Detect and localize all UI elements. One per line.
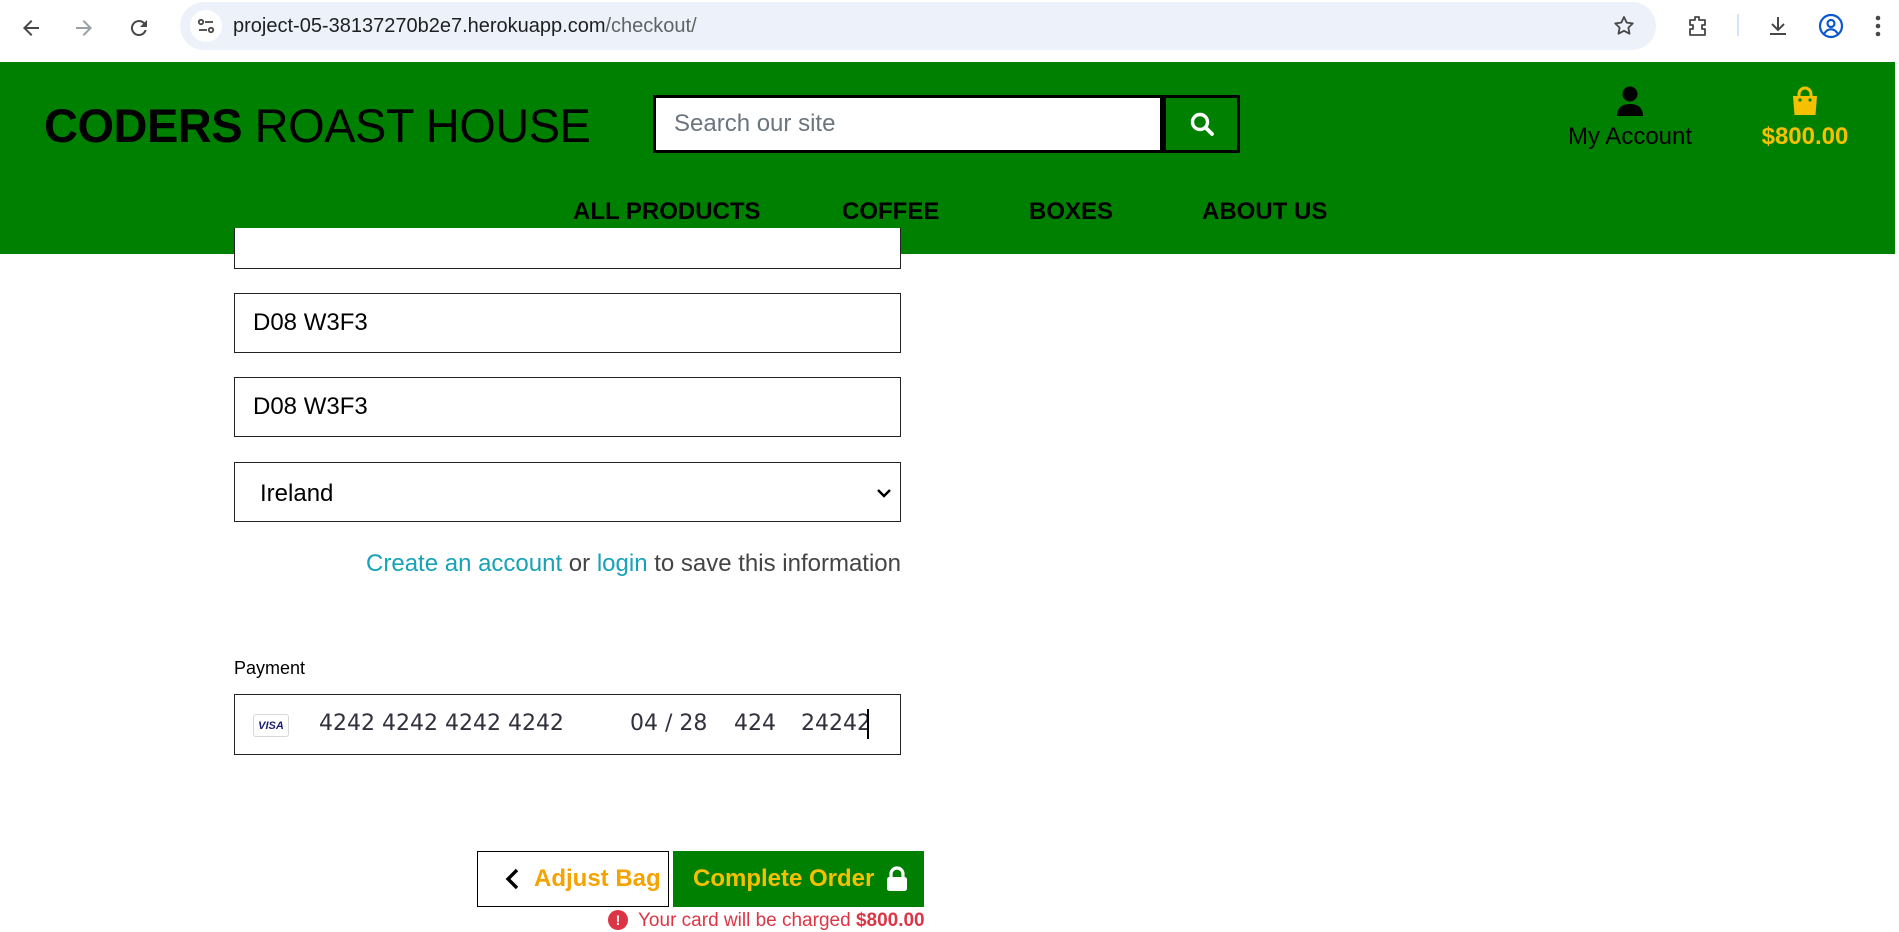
- search-field[interactable]: [653, 95, 1163, 153]
- brand-rest: ROAST HOUSE: [242, 99, 591, 152]
- create-account-link[interactable]: Create an account: [366, 550, 562, 577]
- download-button[interactable]: [1764, 12, 1792, 40]
- charge-amount: $800.00: [855, 910, 925, 931]
- site-info-icon: [197, 18, 215, 34]
- card-number-input[interactable]: 4242 4242 4242 4242: [319, 711, 564, 736]
- back-button[interactable]: [13, 10, 49, 46]
- shopping-bag-link[interactable]: $800.00: [1750, 86, 1860, 156]
- adjust-bag-button[interactable]: Adjust Bag: [477, 851, 669, 907]
- card-element[interactable]: VISA 4242 4242 4242 4242 04 / 28 424 242…: [234, 694, 901, 755]
- card-postal-input[interactable]: 24242: [801, 711, 871, 736]
- chevron-down-icon: [877, 489, 891, 498]
- address-field-partial[interactable]: [234, 228, 901, 269]
- country-value: Ireland: [260, 480, 334, 507]
- download-icon: [1770, 17, 1786, 35]
- browser-toolbar: project-05-38137270b2e7.herokuapp.com/ch…: [0, 0, 1899, 62]
- bag-total: $800.00: [1761, 123, 1849, 150]
- nav-all-products[interactable]: ALL PRODUCTS: [573, 198, 761, 226]
- forward-button[interactable]: [66, 10, 102, 46]
- url-text[interactable]: project-05-38137270b2e7.herokuapp.com/ch…: [233, 15, 697, 38]
- profile-button[interactable]: [1817, 12, 1845, 40]
- complete-order-label: Complete Order: [693, 865, 875, 892]
- my-account-label: My Account: [1567, 123, 1693, 150]
- user-icon: [1617, 86, 1643, 116]
- county-field[interactable]: [234, 377, 901, 437]
- charge-notice: ! Your card will be charged $800.00: [608, 910, 925, 932]
- search-button[interactable]: [1163, 95, 1240, 153]
- more-menu-icon: [1875, 15, 1881, 37]
- brand-bold: CODERS: [44, 99, 243, 152]
- postcode-field[interactable]: [234, 293, 901, 353]
- bookmark-star-icon[interactable]: [1612, 14, 1636, 38]
- address-bar[interactable]: project-05-38137270b2e7.herokuapp.com/ch…: [180, 2, 1656, 50]
- toolbar-divider: [1737, 14, 1739, 36]
- card-cvc-input[interactable]: 424: [734, 711, 776, 736]
- postcode-input[interactable]: [235, 294, 900, 352]
- search-input[interactable]: [656, 98, 1160, 150]
- nav-boxes[interactable]: BOXES: [1029, 198, 1113, 226]
- county-input[interactable]: [235, 378, 900, 436]
- error-icon: !: [608, 910, 628, 930]
- text-caret: [867, 709, 869, 739]
- adjust-bag-label: Adjust Bag: [534, 865, 661, 892]
- save-info-text: Create an account or login to save this …: [366, 550, 901, 578]
- forward-icon: [76, 20, 92, 36]
- url-path: /checkout/: [605, 15, 697, 37]
- profile-icon: [1818, 13, 1844, 39]
- card-expiry-input[interactable]: 04 / 28: [630, 711, 707, 736]
- reload-button[interactable]: [121, 10, 157, 46]
- my-account-link[interactable]: My Account: [1560, 86, 1700, 156]
- complete-order-button[interactable]: Complete Order: [673, 851, 924, 907]
- page: project-05-38137270b2e7.herokuapp.com/ch…: [0, 0, 1899, 932]
- more-menu-button[interactable]: [1866, 12, 1890, 40]
- extensions-icon: [1689, 16, 1706, 36]
- nav-coffee[interactable]: COFFEE: [842, 198, 939, 226]
- charge-prefix: Your card will be charged: [638, 910, 856, 931]
- search-icon: [1190, 112, 1214, 136]
- nav-about-us[interactable]: ABOUT US: [1202, 198, 1327, 226]
- lock-icon: [887, 866, 908, 891]
- reload-icon: [130, 20, 147, 37]
- back-icon: [23, 20, 39, 36]
- site-info-button[interactable]: [190, 10, 222, 42]
- save-info-or: or: [562, 550, 597, 577]
- url-host: project-05-38137270b2e7.herokuapp.com: [233, 15, 606, 37]
- site-header: CODERS ROAST HOUSE My Account $800.00 AL…: [0, 62, 1895, 254]
- payment-label: Payment: [234, 658, 306, 678]
- save-info-suffix: to save this information: [647, 550, 901, 577]
- shopping-bag-icon: [1793, 86, 1817, 115]
- chevron-left-icon: [505, 868, 519, 890]
- country-select[interactable]: Ireland: [234, 462, 901, 522]
- extensions-button[interactable]: [1684, 12, 1712, 40]
- visa-card-icon: VISA: [253, 714, 289, 737]
- login-link[interactable]: login: [597, 550, 648, 577]
- brand-logo[interactable]: CODERS ROAST HOUSE: [44, 98, 591, 153]
